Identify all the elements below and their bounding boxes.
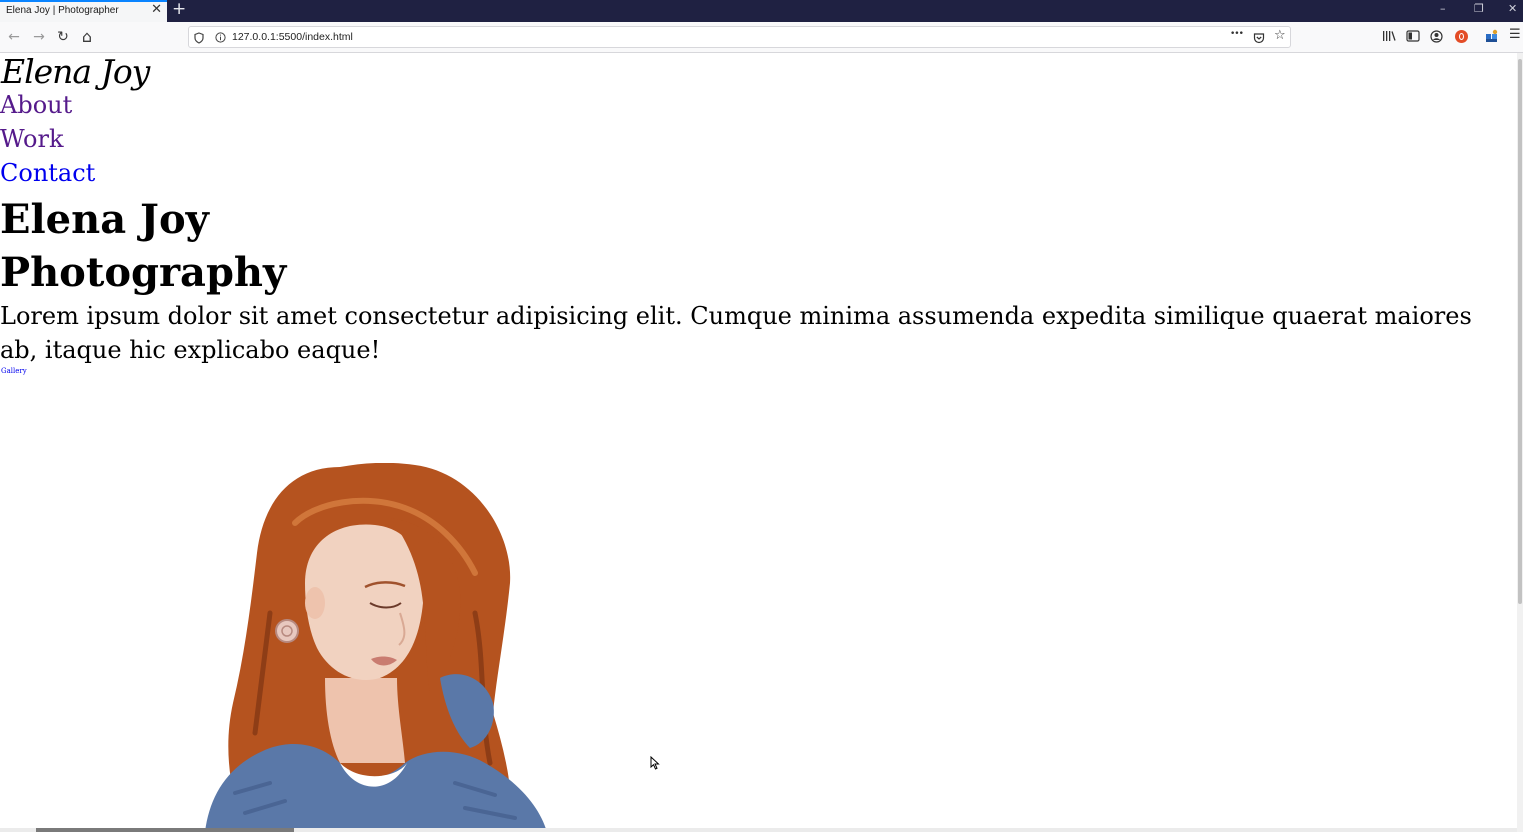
forward-icon[interactable]: →: [29, 27, 49, 47]
reload-icon[interactable]: ↻: [53, 27, 73, 47]
home-icon[interactable]: ⌂: [77, 27, 97, 47]
browser-tab[interactable]: Elena Joy | Photographer ✕: [0, 0, 167, 22]
browser-titlebar: Elena Joy | Photographer ✕ + – ❐ ✕: [0, 0, 1523, 22]
hero-portrait-image: [205, 463, 547, 832]
nav-link-about[interactable]: About: [0, 91, 72, 119]
adblock-extension-icon[interactable]: [1455, 30, 1468, 43]
horizontal-scrollbar[interactable]: [0, 828, 1517, 832]
window-close-icon[interactable]: ✕: [1508, 2, 1517, 15]
horizontal-scroll-thumb[interactable]: [36, 828, 294, 832]
bookmark-star-icon[interactable]: ☆: [1274, 28, 1286, 43]
extension-icon[interactable]: [1485, 27, 1499, 46]
web-page: Elena Joy About Work Contact Elena Joy P…: [0, 53, 1517, 832]
browser-toolbar: ← → ↻ ⌂ 127.0.0.1:5500/index.html ••• ☆ …: [0, 22, 1523, 53]
nav-link-work[interactable]: Work: [0, 125, 64, 153]
gallery-link[interactable]: Gallery: [1, 367, 27, 375]
shield-icon: [194, 28, 204, 47]
vertical-scrollbar[interactable]: [1517, 53, 1523, 832]
restore-icon[interactable]: ❐: [1474, 2, 1484, 15]
tab-close-icon[interactable]: ✕: [151, 2, 162, 17]
more-actions-icon[interactable]: •••: [1230, 29, 1244, 39]
pocket-icon[interactable]: [1253, 28, 1265, 47]
info-icon[interactable]: [215, 28, 226, 46]
url-text[interactable]: 127.0.0.1:5500/index.html: [232, 31, 353, 43]
minimize-icon[interactable]: –: [1440, 2, 1446, 15]
back-icon[interactable]: ←: [4, 27, 24, 47]
new-tab-icon[interactable]: +: [172, 0, 186, 19]
page-title-line-1: Elena Joy: [0, 196, 209, 243]
intro-paragraph: Lorem ipsum dolor sit amet consectetur a…: [0, 302, 1472, 364]
app-menu-icon[interactable]: ☰: [1509, 27, 1521, 42]
vertical-scroll-thumb[interactable]: [1518, 59, 1522, 604]
page-title-line-2: Photography: [0, 249, 287, 296]
address-bar[interactable]: 127.0.0.1:5500/index.html ••• ☆: [188, 26, 1291, 48]
nav-link-contact[interactable]: Contact: [0, 159, 95, 187]
account-icon[interactable]: [1430, 27, 1443, 46]
sidebar-icon[interactable]: [1406, 27, 1420, 45]
mouse-cursor-icon: [650, 756, 660, 770]
tab-title: Elena Joy | Photographer: [6, 5, 119, 16]
library-icon[interactable]: [1382, 27, 1396, 45]
site-logo[interactable]: Elena Joy: [1, 53, 150, 91]
